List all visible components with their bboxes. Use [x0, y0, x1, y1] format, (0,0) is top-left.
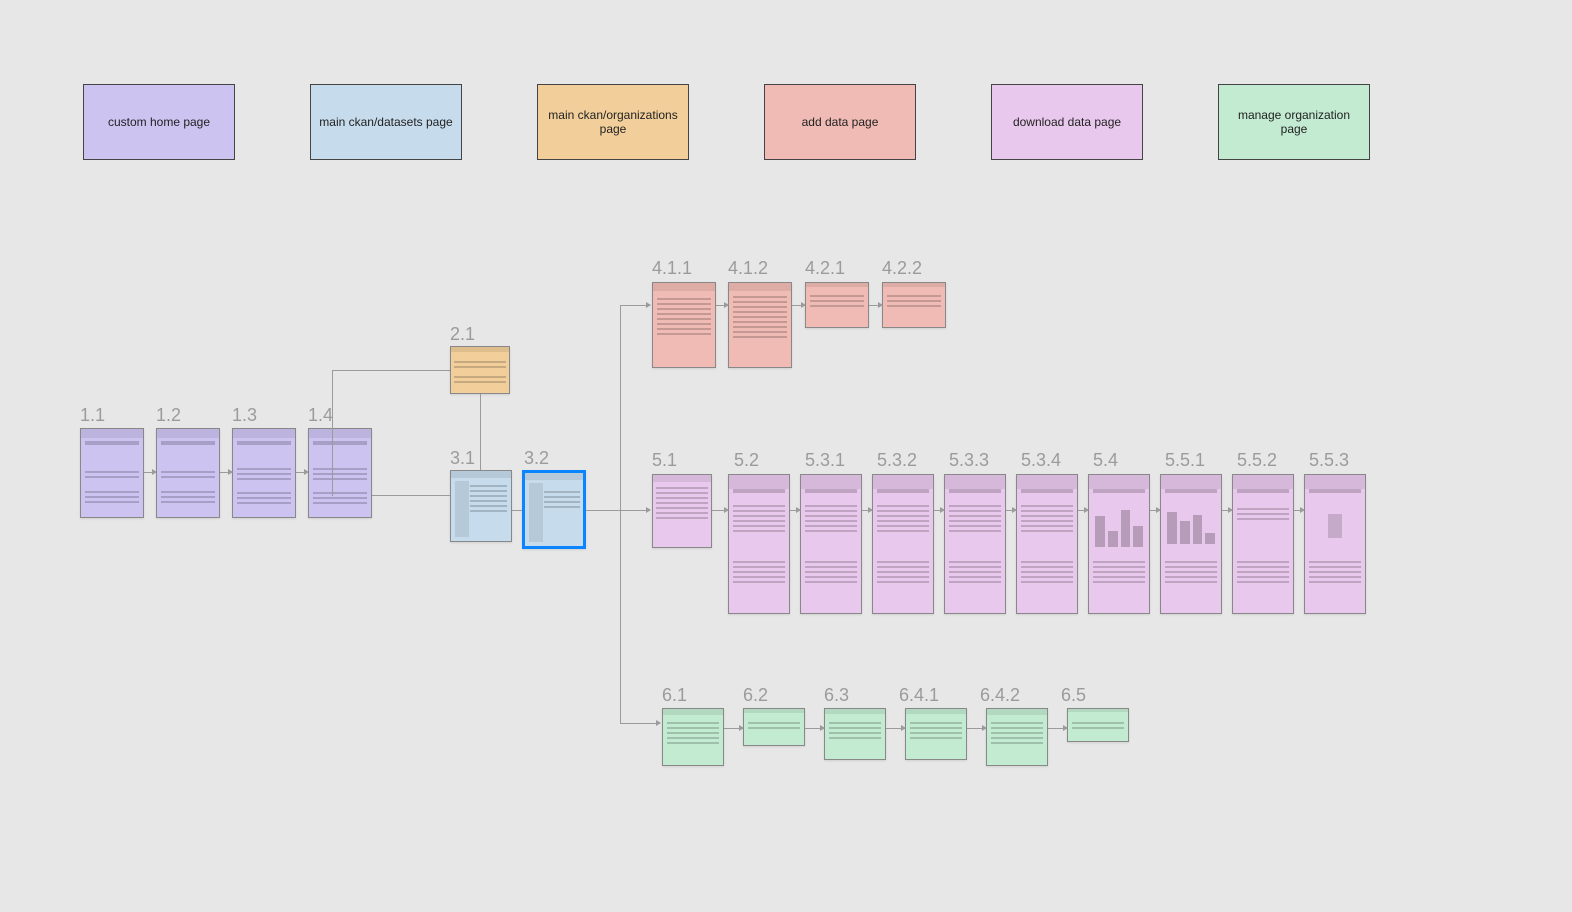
- label-6-5: 6.5: [1061, 685, 1086, 706]
- thumb-6-1[interactable]: [662, 708, 724, 766]
- thumb-1-2[interactable]: [156, 428, 220, 518]
- thumb-1-3[interactable]: [232, 428, 296, 518]
- label-4-1-1: 4.1.1: [652, 258, 692, 279]
- label-5-3-2: 5.3.2: [877, 450, 917, 471]
- label-2-1: 2.1: [450, 324, 475, 345]
- thumb-5-1[interactable]: [652, 474, 712, 548]
- thumb-1-1[interactable]: [80, 428, 144, 518]
- thumb-5-4[interactable]: [1088, 474, 1150, 614]
- thumb-6-3[interactable]: [824, 708, 886, 760]
- label-5-5-3: 5.5.3: [1309, 450, 1349, 471]
- label-1-4: 1.4: [308, 405, 333, 426]
- thumb-5-3-3[interactable]: [944, 474, 1006, 614]
- label-4-1-2: 4.1.2: [728, 258, 768, 279]
- thumb-5-3-1[interactable]: [800, 474, 862, 614]
- label-1-1: 1.1: [80, 405, 105, 426]
- label-5-3-4: 5.3.4: [1021, 450, 1061, 471]
- label-1-3: 1.3: [232, 405, 257, 426]
- legend-custom-home: custom home page: [83, 84, 235, 160]
- label-3-1: 3.1: [450, 448, 475, 469]
- label-6-1: 6.1: [662, 685, 687, 706]
- legend-datasets: main ckan/datasets page: [310, 84, 462, 160]
- thumb-3-1[interactable]: [450, 470, 512, 542]
- label-6-4-1: 6.4.1: [899, 685, 939, 706]
- label-6-3: 6.3: [824, 685, 849, 706]
- thumb-6-5[interactable]: [1067, 708, 1129, 742]
- label-3-2: 3.2: [524, 448, 549, 469]
- label-5-4: 5.4: [1093, 450, 1118, 471]
- thumb-5-5-3[interactable]: [1304, 474, 1366, 614]
- label-5-5-2: 5.5.2: [1237, 450, 1277, 471]
- thumb-5-3-2[interactable]: [872, 474, 934, 614]
- thumb-3-2-selected[interactable]: [522, 470, 586, 549]
- thumb-4-1-2[interactable]: [728, 282, 792, 368]
- label-4-2-1: 4.2.1: [805, 258, 845, 279]
- thumb-5-5-1[interactable]: [1160, 474, 1222, 614]
- legend-manage-org: manage organization page: [1218, 84, 1370, 160]
- legend-download: download data page: [991, 84, 1143, 160]
- legend-organizations: main ckan/organizations page: [537, 84, 689, 160]
- thumb-2-1[interactable]: [450, 346, 510, 394]
- thumb-1-4[interactable]: [308, 428, 372, 518]
- legend-add-data: add data page: [764, 84, 916, 160]
- thumb-4-2-2[interactable]: [882, 282, 946, 328]
- label-5-3-3: 5.3.3: [949, 450, 989, 471]
- thumb-6-2[interactable]: [743, 708, 805, 746]
- thumb-6-4-1[interactable]: [905, 708, 967, 760]
- label-6-2: 6.2: [743, 685, 768, 706]
- label-4-2-2: 4.2.2: [882, 258, 922, 279]
- thumb-5-3-4[interactable]: [1016, 474, 1078, 614]
- sitemap-canvas[interactable]: custom home page main ckan/datasets page…: [0, 0, 1572, 912]
- thumb-4-2-1[interactable]: [805, 282, 869, 328]
- label-5-1: 5.1: [652, 450, 677, 471]
- label-5-3-1: 5.3.1: [805, 450, 845, 471]
- label-1-2: 1.2: [156, 405, 181, 426]
- label-6-4-2: 6.4.2: [980, 685, 1020, 706]
- thumb-6-4-2[interactable]: [986, 708, 1048, 766]
- thumb-5-5-2[interactable]: [1232, 474, 1294, 614]
- thumb-4-1-1[interactable]: [652, 282, 716, 368]
- label-5-5-1: 5.5.1: [1165, 450, 1205, 471]
- label-5-2: 5.2: [734, 450, 759, 471]
- thumb-5-2[interactable]: [728, 474, 790, 614]
